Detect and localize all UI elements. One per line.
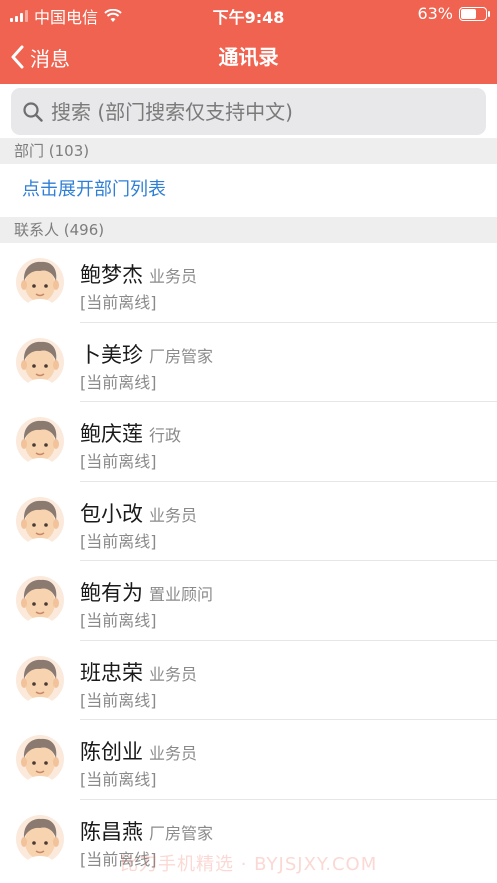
contact-row[interactable]: 鲍梦杰 业务员 [当前离线]	[0, 243, 497, 323]
contact-status: [当前离线]	[80, 690, 157, 710]
contact-role: 业务员	[149, 664, 198, 684]
contact-list: 鲍梦杰 业务员 [当前离线] 卜美珍 厂房管家 [当前离线] 鲍庆莲 行政 [当…	[0, 243, 497, 879]
nav-bar: 消息 通讯录	[0, 30, 497, 84]
contact-info: 班忠荣 业务员 [当前离线]	[80, 641, 497, 720]
contact-name-line: 卜美珍 厂房管家	[80, 339, 213, 369]
avatar-icon	[16, 417, 64, 468]
battery-icon	[459, 6, 490, 21]
contact-row[interactable]: 包小改 业务员 [当前离线]	[0, 482, 497, 561]
contact-name: 陈昌燕	[80, 819, 143, 844]
battery-percent: 63%	[417, 4, 453, 23]
contact-role: 厂房管家	[149, 346, 214, 366]
avatar-icon	[16, 496, 64, 548]
contact-name: 包小改	[80, 501, 143, 526]
contact-status: [当前离线]	[80, 770, 157, 789]
departments-header: 部门 (103)	[0, 138, 497, 164]
avatar-icon	[16, 814, 64, 866]
contact-name-line: 陈昌燕 厂房管家	[80, 816, 213, 846]
contact-info: 鲍庆莲 行政 [当前离线]	[80, 402, 497, 482]
search-box[interactable]	[11, 88, 486, 135]
contact-info: 陈创业 业务员 [当前离线]	[80, 720, 497, 800]
contact-status: [当前离线]	[80, 531, 157, 551]
avatar-icon	[16, 735, 64, 786]
contact-row[interactable]: 班忠荣 业务员 [当前离线]	[0, 641, 497, 720]
search-input[interactable]	[51, 99, 471, 124]
contact-name: 陈创业	[80, 740, 143, 764]
contact-role: 业务员	[149, 744, 198, 763]
contact-status: [当前离线]	[80, 372, 157, 392]
contact-name-line: 陈创业 业务员	[80, 736, 197, 766]
status-bar: 中国电信 下午9:48 63%	[0, 0, 497, 30]
contact-role: 业务员	[149, 267, 198, 286]
contact-name: 鲍梦杰	[80, 263, 143, 287]
contact-row[interactable]: 卜美珍 厂房管家 [当前离线]	[0, 323, 497, 402]
contact-name-line: 鲍梦杰 业务员	[80, 259, 197, 289]
contact-name-line: 班忠荣 业务员	[80, 657, 197, 687]
avatar-icon	[16, 655, 64, 707]
contact-status: [当前离线]	[80, 611, 157, 630]
avatar-icon	[16, 337, 64, 389]
contact-role: 行政	[149, 426, 182, 445]
status-right: 63%	[417, 4, 490, 23]
contact-role: 业务员	[149, 505, 198, 525]
contact-row[interactable]: 陈创业 业务员 [当前离线]	[0, 720, 497, 800]
avatar-icon	[16, 258, 64, 309]
contact-status: [当前离线]	[80, 452, 157, 471]
contact-info: 卜美珍 厂房管家 [当前离线]	[80, 323, 497, 402]
search-icon	[23, 101, 43, 122]
contact-role: 置业顾问	[149, 585, 214, 604]
contact-info: 包小改 业务员 [当前离线]	[80, 482, 497, 561]
contacts-header: 联系人 (496)	[0, 217, 497, 243]
contact-status: [当前离线]	[80, 293, 157, 312]
contact-name-line: 鲍庆莲 行政	[80, 418, 181, 448]
contact-name: 鲍有为	[80, 581, 143, 605]
expand-departments-link[interactable]: 点击展开部门列表	[0, 164, 497, 216]
contact-row[interactable]: 鲍有为 置业顾问 [当前离线]	[0, 561, 497, 641]
contact-info: 鲍有为 置业顾问 [当前离线]	[80, 561, 497, 641]
contact-name-line: 包小改 业务员	[80, 498, 197, 528]
contact-row[interactable]: 鲍庆莲 行政 [当前离线]	[0, 402, 497, 482]
contact-role: 厂房管家	[149, 823, 214, 843]
page-title: 通讯录	[218, 45, 279, 69]
avatar-icon	[16, 576, 64, 627]
search-bar	[0, 84, 497, 138]
contact-name: 班忠荣	[80, 660, 143, 685]
contact-name: 鲍庆莲	[80, 422, 143, 446]
contact-name-line: 鲍有为 置业顾问	[80, 577, 213, 607]
contact-info: 鲍梦杰 业务员 [当前离线]	[80, 243, 497, 323]
contact-name: 卜美珍	[80, 342, 143, 367]
watermark: 比刀手机精选 · BYJSJXY.COM	[120, 854, 378, 875]
